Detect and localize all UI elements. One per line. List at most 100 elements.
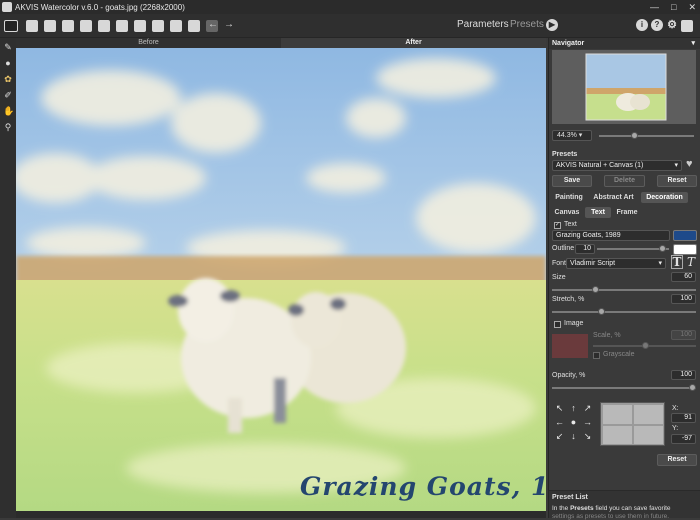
opacity-slider[interactable] [552, 387, 696, 389]
navigator-menu-icon[interactable]: ▾ [691, 38, 695, 49]
zoom-slider[interactable] [599, 135, 694, 137]
main-toolbar: ← → Parameters Presets ▶ i ? ⚙ [0, 14, 700, 38]
center-dot-icon[interactable]: ● [567, 416, 580, 429]
canvas-scrollbar[interactable] [16, 511, 546, 518]
palette-brush-icon[interactable]: ✿ [3, 74, 13, 84]
y-label: Y: [672, 425, 679, 432]
arrow-down-right-icon[interactable]: ↘ [581, 430, 594, 443]
eraser-icon[interactable]: ✐ [3, 90, 13, 100]
preset-select[interactable]: AKVIS Natural + Canvas (1) ▾ [552, 160, 682, 171]
font-select[interactable]: Vladimir Script ▾ [566, 258, 666, 269]
home-icon[interactable] [4, 20, 18, 32]
text-enable-checkbox[interactable]: ✓ [554, 222, 561, 229]
scale-label: Scale, % [593, 332, 621, 339]
parameters-tab[interactable]: Parameters [457, 19, 509, 30]
arrow-up-right-icon[interactable]: ↗ [581, 402, 594, 415]
reset-position-button[interactable]: Reset [657, 454, 697, 466]
stretch-input[interactable]: 100 [671, 294, 696, 304]
stretch-slider[interactable] [552, 311, 696, 313]
minimize-button[interactable]: — [650, 2, 659, 13]
opacity-input[interactable]: 100 [671, 370, 696, 380]
arrow-left-icon[interactable]: ← [553, 416, 566, 429]
text-input[interactable]: Grazing Goats, 1989 [552, 230, 670, 241]
image-canvas[interactable] [16, 48, 546, 511]
apply-check-icon[interactable] [188, 20, 200, 32]
scale-slider-knob [642, 342, 649, 349]
tab-abstract-art[interactable]: Abstract Art [591, 192, 636, 203]
outline-slider-knob[interactable] [659, 245, 666, 252]
tab-canvas[interactable]: Canvas [552, 207, 582, 218]
zoom-select[interactable]: 44.3% ▾ [552, 130, 592, 141]
window-title: AKVIS Watercolor v.6.0 - goats.jpg (2268… [15, 2, 185, 12]
save-preset-button[interactable]: Save [552, 175, 592, 187]
title-bar: AKVIS Watercolor v.6.0 - goats.jpg (2268… [0, 0, 700, 14]
save-file-icon[interactable] [44, 20, 56, 32]
brush-icon[interactable]: ✎ [3, 42, 13, 52]
tab-after[interactable]: After [281, 38, 546, 48]
tab-painting[interactable]: Painting [552, 192, 586, 203]
preset-list-title: Preset List [552, 494, 588, 501]
image-thumbnail [552, 334, 588, 358]
navigator-preview[interactable] [552, 50, 696, 124]
app-logo-icon [2, 2, 12, 12]
plugin2-icon[interactable] [134, 20, 146, 32]
batch-icon[interactable] [98, 20, 110, 32]
image-enable-checkbox[interactable] [554, 321, 561, 328]
close-button[interactable]: ✕ [688, 2, 696, 13]
tab-text[interactable]: Text [585, 207, 611, 218]
outline-label: Outline [552, 245, 575, 252]
arrow-right-icon[interactable]: → [581, 416, 594, 429]
settings-icon[interactable]: ⚙ [666, 19, 678, 31]
stretch-label: Stretch, % [552, 296, 585, 303]
tab-before[interactable]: Before [16, 38, 281, 48]
opacity-slider-knob[interactable] [689, 384, 696, 391]
apply-icon[interactable] [170, 20, 182, 32]
image-enable-label: Image [564, 320, 584, 327]
grayscale-checkbox [593, 352, 600, 359]
position-grid[interactable] [600, 402, 665, 446]
tab-decoration[interactable]: Decoration [641, 192, 688, 203]
share-icon[interactable] [80, 20, 92, 32]
zoom-icon[interactable]: ⚲ [3, 122, 13, 132]
presets-tab[interactable]: Presets [510, 19, 544, 30]
size-slider-knob[interactable] [592, 286, 599, 293]
settings-panel: Navigator ▾ 44.3% ▾ Presets AKVIS Natura… [548, 38, 700, 520]
x-label: X: [672, 405, 679, 412]
opacity-label: Opacity, % [552, 372, 586, 379]
plugin-icon[interactable] [116, 20, 128, 32]
help-icon[interactable]: ? [651, 19, 663, 31]
arrow-down-left-icon[interactable]: ↙ [553, 430, 566, 443]
maximize-button[interactable]: □ [671, 2, 676, 13]
favorite-heart-icon[interactable]: ♥ [686, 158, 693, 170]
zoom-slider-knob[interactable] [631, 132, 638, 139]
x-input[interactable]: 91 [671, 413, 696, 423]
outline-input[interactable]: 10 [575, 244, 595, 254]
text-color-swatch[interactable] [673, 230, 697, 241]
outline-color-swatch[interactable] [673, 244, 697, 255]
position-arrows: ↖ ↑ ↗ ← ● → ↙ ↓ ↘ [553, 402, 593, 446]
tab-frame[interactable]: Frame [613, 207, 641, 218]
run-icon[interactable]: ▶ [546, 19, 558, 31]
stretch-slider-knob[interactable] [598, 308, 605, 315]
preset-list-help: In the Presets field you can save favori… [552, 505, 671, 512]
hand-icon[interactable]: ✋ [3, 106, 14, 116]
drop-icon[interactable]: ● [3, 58, 13, 68]
undo-icon[interactable]: ← [208, 19, 218, 30]
watercolor-image [16, 48, 546, 511]
redo-icon[interactable]: → [224, 19, 234, 30]
text-enable-label: Text [564, 221, 577, 228]
size-slider[interactable] [552, 289, 696, 291]
open-file-icon[interactable] [26, 20, 38, 32]
print-icon[interactable] [62, 20, 74, 32]
bold-toggle[interactable]: T [671, 255, 683, 269]
y-input[interactable]: -97 [671, 434, 696, 444]
arrow-up-icon[interactable]: ↑ [567, 402, 580, 415]
canvas-icon[interactable] [152, 20, 164, 32]
info-icon[interactable]: i [636, 19, 648, 31]
italic-toggle[interactable]: T [687, 255, 695, 269]
notifications-icon[interactable] [681, 20, 693, 32]
reset-preset-button[interactable]: Reset [657, 175, 697, 187]
arrow-down-icon[interactable]: ↓ [567, 430, 580, 443]
size-input[interactable]: 60 [671, 272, 696, 282]
arrow-up-left-icon[interactable]: ↖ [553, 402, 566, 415]
